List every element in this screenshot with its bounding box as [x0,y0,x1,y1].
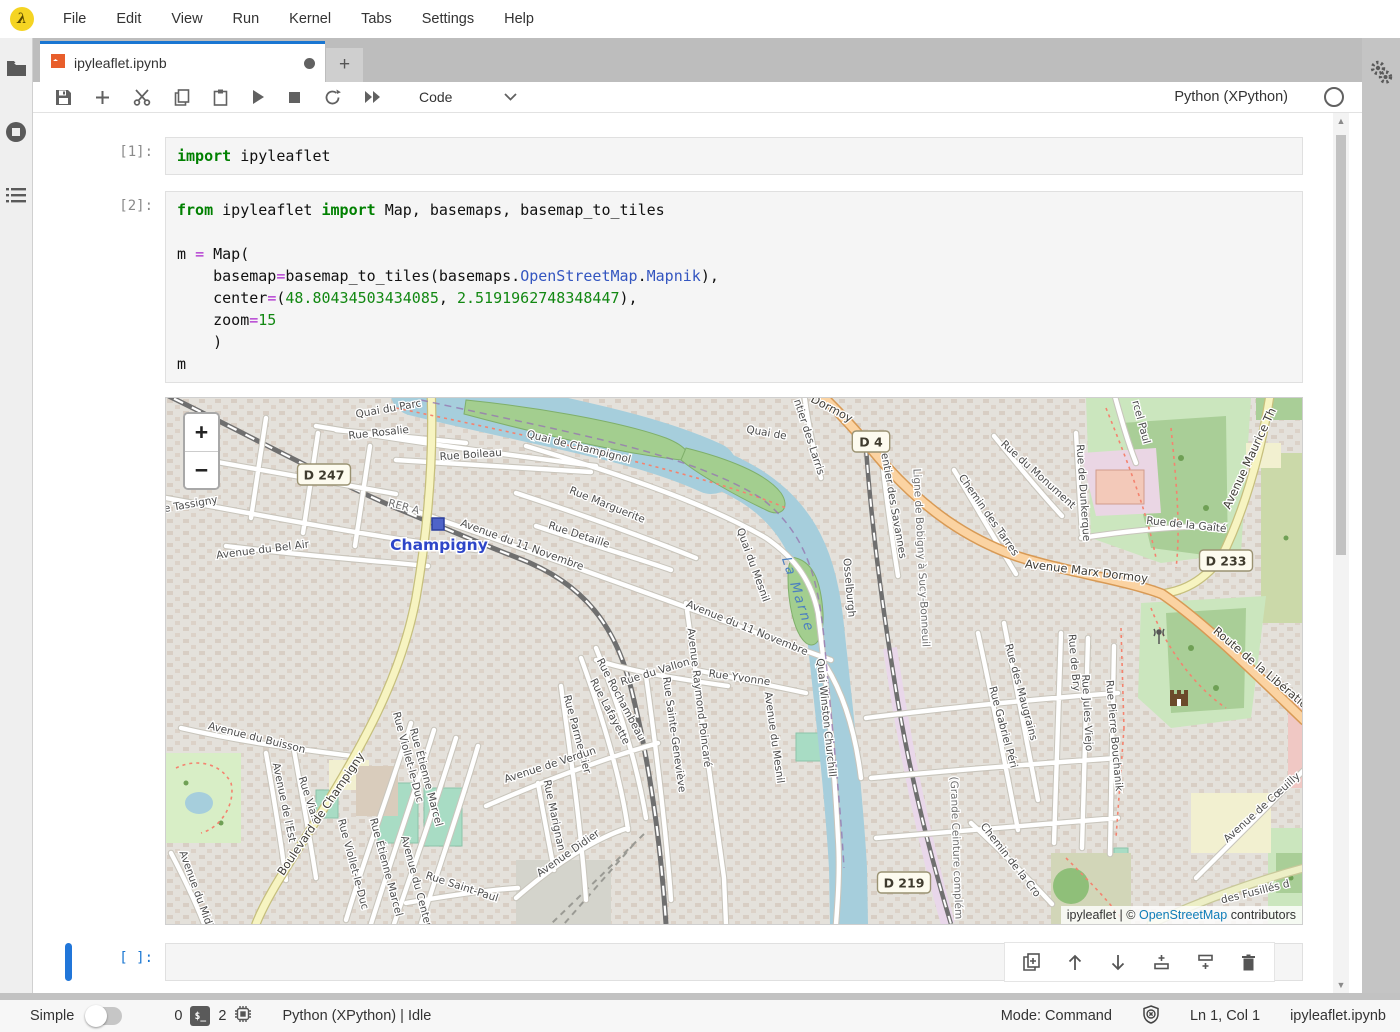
run-cell-icon[interactable] [251,89,265,105]
menu-edit[interactable]: Edit [101,11,156,27]
code-line: ) [177,331,1291,353]
panel-bottom-strip [0,993,1400,1000]
scrollbar-thumb[interactable] [1336,135,1346,555]
code-line: m = Map( [177,243,1291,265]
command-mode-indicator[interactable]: Mode: Command [1001,1008,1112,1024]
map-place-label-champigny: Champigny [390,536,488,554]
kernels-count: 2 [218,1008,226,1024]
notebook-panel: ipyleaflet.ipynb + [33,38,1362,1000]
running-kernels-icon[interactable] [5,121,27,143]
kernel-status-text[interactable]: Python (XPython) | Idle [282,1008,431,1024]
code-line [177,221,1291,243]
road-badge-text: D 233 [1206,554,1247,569]
copy-cells-icon[interactable] [174,89,190,106]
vertical-scrollbar[interactable]: ▲ ▼ [1333,113,1349,1000]
right-sidebar [1362,38,1400,1000]
code-editor[interactable]: import ipyleaflet [165,137,1303,175]
map-attribution: ipyleaflet | © OpenStreetMap contributor… [1061,906,1302,924]
duplicate-cell-icon[interactable] [1023,953,1040,971]
map-tiles[interactable]: Quai du ParcQuai de ChampignolRue Rosali… [166,398,1303,924]
workspace: ipyleaflet.ipynb + [0,38,1400,1000]
scroll-up-icon[interactable]: ▲ [1333,116,1349,126]
kernel-name[interactable]: Python (XPython) [1174,89,1288,105]
menubar: λ FileEditViewRunKernelTabsSettingsHelp [0,0,1400,38]
new-tab-button[interactable]: + [326,48,363,82]
save-icon[interactable] [55,89,72,106]
statusbar: Simple 0 $_ 2 Python (XPython) | Idle Mo… [0,1000,1400,1032]
delete-cell-icon[interactable] [1241,954,1256,971]
statusbar-filename: ipyleaflet.ipynb [1290,1008,1386,1024]
menu-kernel[interactable]: Kernel [274,11,346,27]
cell-prompt: [1]: [61,144,153,160]
settings-gears-icon[interactable] [1369,60,1393,1000]
code-line: m [177,353,1291,375]
kernel-status-icon[interactable] [1323,86,1345,108]
left-sidebar [0,38,33,1000]
code-cell-1[interactable]: [1]: import ipyleaflet [165,137,1303,175]
notebook-file-icon [50,53,66,74]
kernel-chip-icon[interactable] [234,1005,252,1027]
attribution-suffix: contributors [1227,908,1296,922]
menu-settings[interactable]: Settings [407,11,489,27]
unsaved-changes-dot[interactable] [304,58,315,69]
scroll-down-icon[interactable]: ▼ [1333,980,1349,990]
code-line: import ipyleaflet [177,145,1291,167]
cell-type-select[interactable]: Code [419,89,517,105]
castle-icon [1170,690,1188,706]
road-badge-text: D 219 [884,876,925,891]
road-badge-text: D 4 [859,435,883,450]
openstreetmap-link[interactable]: OpenStreetMap [1139,908,1227,922]
insert-cell-icon[interactable] [95,90,110,105]
code-line: from ipyleaflet import Map, basemaps, ba… [177,199,1291,221]
map-station-marker [432,518,444,530]
restart-run-all-icon[interactable] [364,90,382,104]
map-output-cell: Quai du ParcQuai de ChampignolRue Rosali… [165,397,1303,925]
menu-items: FileEditViewRunKernelTabsSettingsHelp [48,10,549,28]
table-of-contents-icon[interactable] [5,187,27,205]
cell-type-value: Code [419,89,452,105]
move-cell-up-icon[interactable] [1067,954,1083,971]
code-line: zoom=15 [177,309,1291,331]
cell-prompt: [2]: [61,198,153,214]
zoom-in-button[interactable]: + [185,414,218,451]
cursor-position[interactable]: Ln 1, Col 1 [1190,1008,1260,1024]
zoom-out-button[interactable]: − [185,451,218,488]
cell-toolbar [1004,942,1275,982]
cut-cells-icon[interactable] [133,89,151,106]
simple-mode-toggle[interactable] [86,1007,122,1025]
leaflet-map[interactable]: Quai du ParcQuai de ChampignolRue Rosali… [165,397,1303,925]
map-zoom-control: + − [183,412,220,490]
cell-prompt: [ ]: [61,950,153,966]
insert-cell-above-icon[interactable] [1153,954,1170,970]
terminals-count: 0 [174,1008,182,1024]
move-cell-down-icon[interactable] [1110,954,1126,971]
menu-tabs[interactable]: Tabs [346,11,407,27]
code-line: center=(48.80434503434085, 2.51919627483… [177,287,1291,309]
restart-kernel-icon[interactable] [324,89,341,106]
attribution-prefix: ipyleaflet | © [1067,908,1139,922]
menu-run[interactable]: Run [218,11,275,27]
simple-mode-label: Simple [30,1008,74,1024]
chevron-down-icon [504,93,517,101]
menu-file[interactable]: File [48,11,101,27]
insert-cell-below-icon[interactable] [1197,954,1214,970]
terminal-icon[interactable]: $_ [190,1006,210,1026]
jupyterlite-logo-icon[interactable]: λ [10,7,34,31]
code-editor[interactable]: from ipyleaflet import Map, basemaps, ba… [165,191,1303,383]
file-browser-icon[interactable] [6,60,27,77]
tab-ipyleaflet-notebook[interactable]: ipyleaflet.ipynb [40,41,325,82]
stop-kernel-icon[interactable] [288,91,301,104]
notebook-content[interactable]: [1]: import ipyleaflet [2]: from ipyleaf… [33,113,1362,1000]
menu-view[interactable]: View [156,11,217,27]
menu-help[interactable]: Help [489,11,549,27]
code-line: basemap=basemap_to_tiles(basemaps.OpenSt… [177,265,1291,287]
tabbar: ipyleaflet.ipynb + [33,38,1362,82]
empty-code-cell[interactable]: [ ]: [165,943,1303,981]
paste-cells-icon[interactable] [213,89,228,106]
road-badge-text: D 247 [304,468,345,483]
tab-title: ipyleaflet.ipynb [74,55,296,71]
code-cell-2[interactable]: [2]: from ipyleaflet import Map, basemap… [165,191,1303,383]
notebook-toolbar: Code Python (XPython) [33,82,1362,113]
trust-shield-icon[interactable] [1142,1005,1160,1028]
